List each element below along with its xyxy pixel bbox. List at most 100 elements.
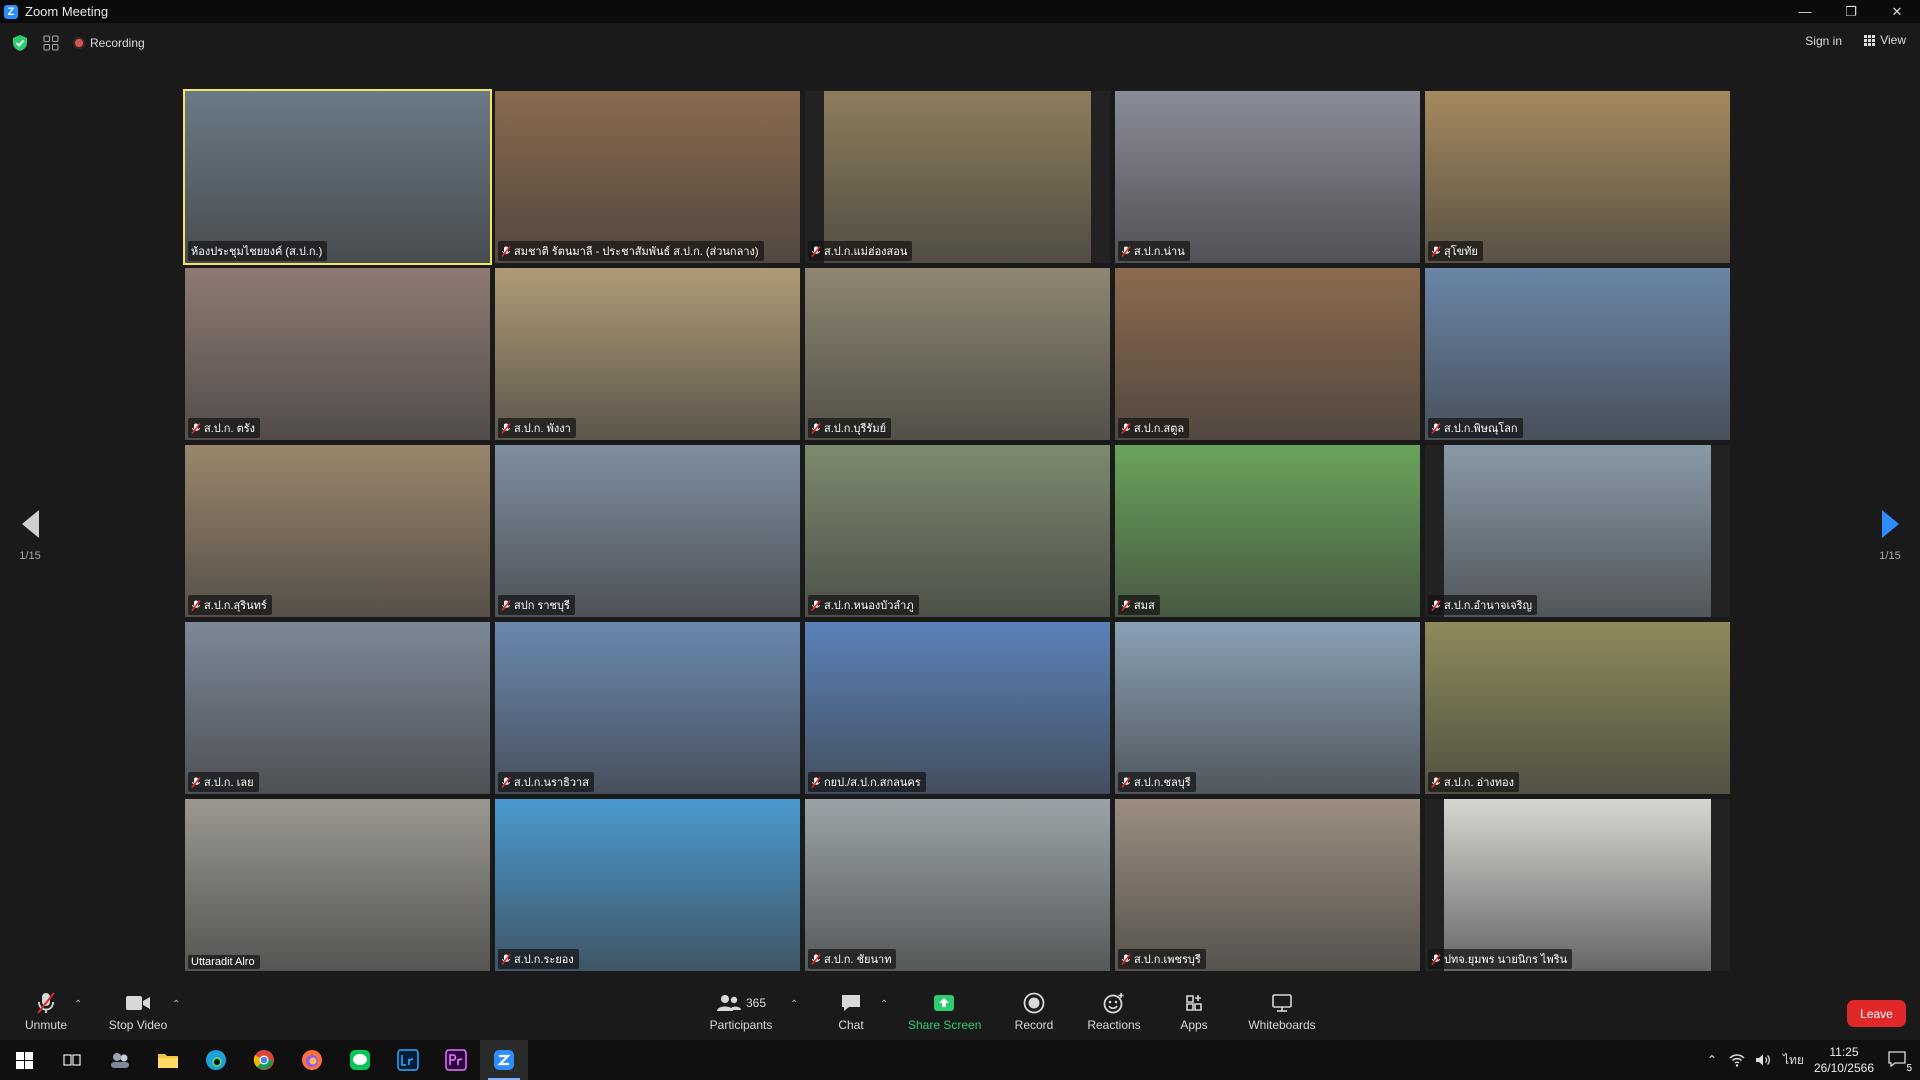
participant-name-tag: ส.ป.ก.ระยอง	[498, 949, 579, 969]
sign-in-button[interactable]: Sign in	[1805, 34, 1842, 48]
audio-options-caret-icon[interactable]: ⌃	[74, 999, 82, 1010]
lightroom-app-icon	[397, 1049, 419, 1071]
participant-name-tag: ส.ป.ก.ชลบุรี	[1118, 772, 1196, 792]
page-indicator-right: 1/15	[1879, 550, 1901, 562]
participant-video-feed	[805, 445, 1110, 617]
video-tile[interactable]: ส.ป.ก.เพชรบุรี	[1115, 799, 1420, 971]
view-button[interactable]: View	[1864, 33, 1906, 47]
participant-name-tag: สปก ราชบุรี	[498, 595, 575, 615]
muted-mic-icon	[501, 422, 511, 434]
wifi-icon[interactable]	[1729, 1053, 1745, 1067]
video-tile[interactable]: ส.ป.ก.ชลบุรี	[1115, 622, 1420, 794]
participant-name-tag: ปทจ.ยุมพร นายนิกร ไพริน	[1428, 949, 1573, 969]
reactions-label: Reactions	[1087, 1018, 1141, 1032]
share-screen-icon	[934, 995, 954, 1011]
show-hidden-icons-chevron-icon[interactable]: ⌃	[1707, 1053, 1717, 1067]
stop-video-button[interactable]: Stop Video	[106, 991, 170, 1032]
chat-button[interactable]: Chat	[834, 991, 868, 1032]
muted-mic-icon	[811, 599, 821, 611]
participants-button[interactable]: 365 Participants	[708, 991, 774, 1032]
chat-label: Chat	[838, 1018, 864, 1032]
participant-name: สมชาติ รัตนมาลี - ประชาสัมพันธ์ ส.ป.ก. (…	[514, 246, 759, 258]
participant-video-feed	[495, 445, 800, 617]
task-view-icon	[63, 1054, 81, 1066]
video-tile[interactable]: ส.ป.ก.สุรินทร์	[185, 445, 490, 617]
video-tile[interactable]: ส.ป.ก. ชัยนาท	[805, 799, 1110, 971]
video-tile[interactable]: กยป./ส.ป.ก.สกลนคร	[805, 622, 1110, 794]
record-button[interactable]: Record	[1014, 991, 1054, 1032]
video-tile[interactable]: สมส	[1115, 445, 1420, 617]
participant-name-tag: ส.ป.ก.พิษณุโลก	[1428, 418, 1523, 438]
participant-video-feed	[805, 799, 1110, 971]
video-tile[interactable]: สปก ราชบุรี	[495, 445, 800, 617]
video-tile[interactable]: ส.ป.ก.ระยอง	[495, 799, 800, 971]
participant-name-tag: กยป./ส.ป.ก.สกลนคร	[808, 772, 926, 792]
video-tile[interactable]: ส.ป.ก. เลย	[185, 622, 490, 794]
arrow-left-icon	[21, 510, 39, 538]
volume-icon[interactable]	[1755, 1053, 1771, 1067]
taskbar-app-edge[interactable]	[192, 1040, 240, 1080]
windows-start-button[interactable]	[0, 1040, 48, 1080]
video-tile[interactable]: ส.ป.ก. พังงา	[495, 268, 800, 440]
taskbar-app-file-explorer[interactable]	[144, 1040, 192, 1080]
chat-options-caret-icon[interactable]: ⌃	[880, 999, 888, 1010]
unmute-button[interactable]: Unmute	[22, 991, 70, 1032]
video-tile[interactable]: ส.ป.ก. อ่างทอง	[1425, 622, 1730, 794]
video-tile[interactable]: ส.ป.ก.น่าน	[1115, 91, 1420, 263]
muted-mic-icon	[1121, 245, 1131, 257]
participants-options-caret-icon[interactable]: ⌃	[790, 999, 798, 1010]
video-tile[interactable]: Uttaradit Alro	[185, 799, 490, 971]
leave-button[interactable]: Leave	[1847, 1000, 1906, 1027]
whiteboards-button[interactable]: Whiteboards	[1246, 991, 1318, 1032]
taskbar-app-premiere[interactable]	[432, 1040, 480, 1080]
muted-mic-icon	[811, 776, 821, 788]
participant-name-tag: ส.ป.ก.หนองบัวลำภู	[808, 595, 919, 615]
participant-name-tag: ส.ป.ก. เลย	[188, 772, 259, 792]
video-tile[interactable]: ส.ป.ก.นราธิวาส	[495, 622, 800, 794]
video-tile[interactable]: สุโขทัย	[1425, 91, 1730, 263]
taskbar-app-people[interactable]	[96, 1040, 144, 1080]
security-shield-icon[interactable]	[11, 34, 29, 52]
notification-center-button[interactable]: 5	[1888, 1050, 1912, 1074]
input-language-indicator[interactable]: ไทย	[1783, 1051, 1804, 1070]
restore-button[interactable]: ❐	[1828, 0, 1874, 23]
video-tile[interactable]: ห้องประชุมไชยยงค์ (ส.ป.ก.)	[183, 89, 492, 265]
taskbar-app-lightroom[interactable]	[384, 1040, 432, 1080]
minimize-button[interactable]: —	[1782, 0, 1828, 23]
video-tile[interactable]: ส.ป.ก. ตรัง	[185, 268, 490, 440]
taskbar-clock[interactable]: 11:25 26/10/2566	[1814, 1044, 1874, 1076]
video-tile[interactable]: สมชาติ รัตนมาลี - ประชาสัมพันธ์ ส.ป.ก. (…	[495, 91, 800, 263]
taskbar-app-zoom[interactable]	[480, 1040, 528, 1080]
participant-video-feed	[824, 91, 1091, 263]
previous-page-button[interactable]: 1/15	[0, 510, 60, 562]
participant-video-feed	[1115, 445, 1420, 617]
participant-video-feed	[805, 268, 1110, 440]
video-tile[interactable]: ปทจ.ยุมพร นายนิกร ไพริน	[1425, 799, 1730, 971]
apps-button[interactable]: Apps	[1178, 991, 1210, 1032]
window-title-bar: Z Zoom Meeting — ❐ ✕	[0, 0, 1920, 23]
participant-video-feed	[1425, 268, 1730, 440]
page-indicator-left: 1/15	[19, 550, 41, 562]
taskbar-app-chrome[interactable]	[240, 1040, 288, 1080]
video-tile[interactable]: ส.ป.ก.สตูล	[1115, 268, 1420, 440]
video-tile[interactable]: ส.ป.ก.แม่ฮ่องสอน	[805, 91, 1110, 263]
video-tile[interactable]: ส.ป.ก.บุรีรัมย์	[805, 268, 1110, 440]
taskbar-app-firefox[interactable]	[288, 1040, 336, 1080]
recording-indicator[interactable]: Recording	[73, 36, 145, 50]
reactions-button[interactable]: Reactions	[1086, 991, 1142, 1032]
video-tile[interactable]: ส.ป.ก.พิษณุโลก	[1425, 268, 1730, 440]
meeting-info-grid-icon[interactable]	[43, 35, 59, 51]
firefox-browser-icon	[302, 1050, 322, 1070]
task-view-button[interactable]	[48, 1040, 96, 1080]
next-page-button[interactable]: 1/15	[1860, 510, 1920, 562]
participant-name-tag: ห้องประชุมไชยยงค์ (ส.ป.ก.)	[188, 241, 328, 261]
video-tile[interactable]: ส.ป.ก.หนองบัวลำภู	[805, 445, 1110, 617]
video-tile[interactable]: ส.ป.ก.อำนาจเจริญ	[1425, 445, 1730, 617]
participant-video-feed	[1425, 622, 1730, 794]
close-button[interactable]: ✕	[1874, 0, 1920, 23]
muted-mic-icon	[501, 599, 511, 611]
video-options-caret-icon[interactable]: ⌃	[172, 999, 180, 1010]
share-screen-button[interactable]: Share Screen	[908, 991, 981, 1032]
taskbar-app-line[interactable]	[336, 1040, 384, 1080]
muted-mic-icon	[191, 776, 201, 788]
